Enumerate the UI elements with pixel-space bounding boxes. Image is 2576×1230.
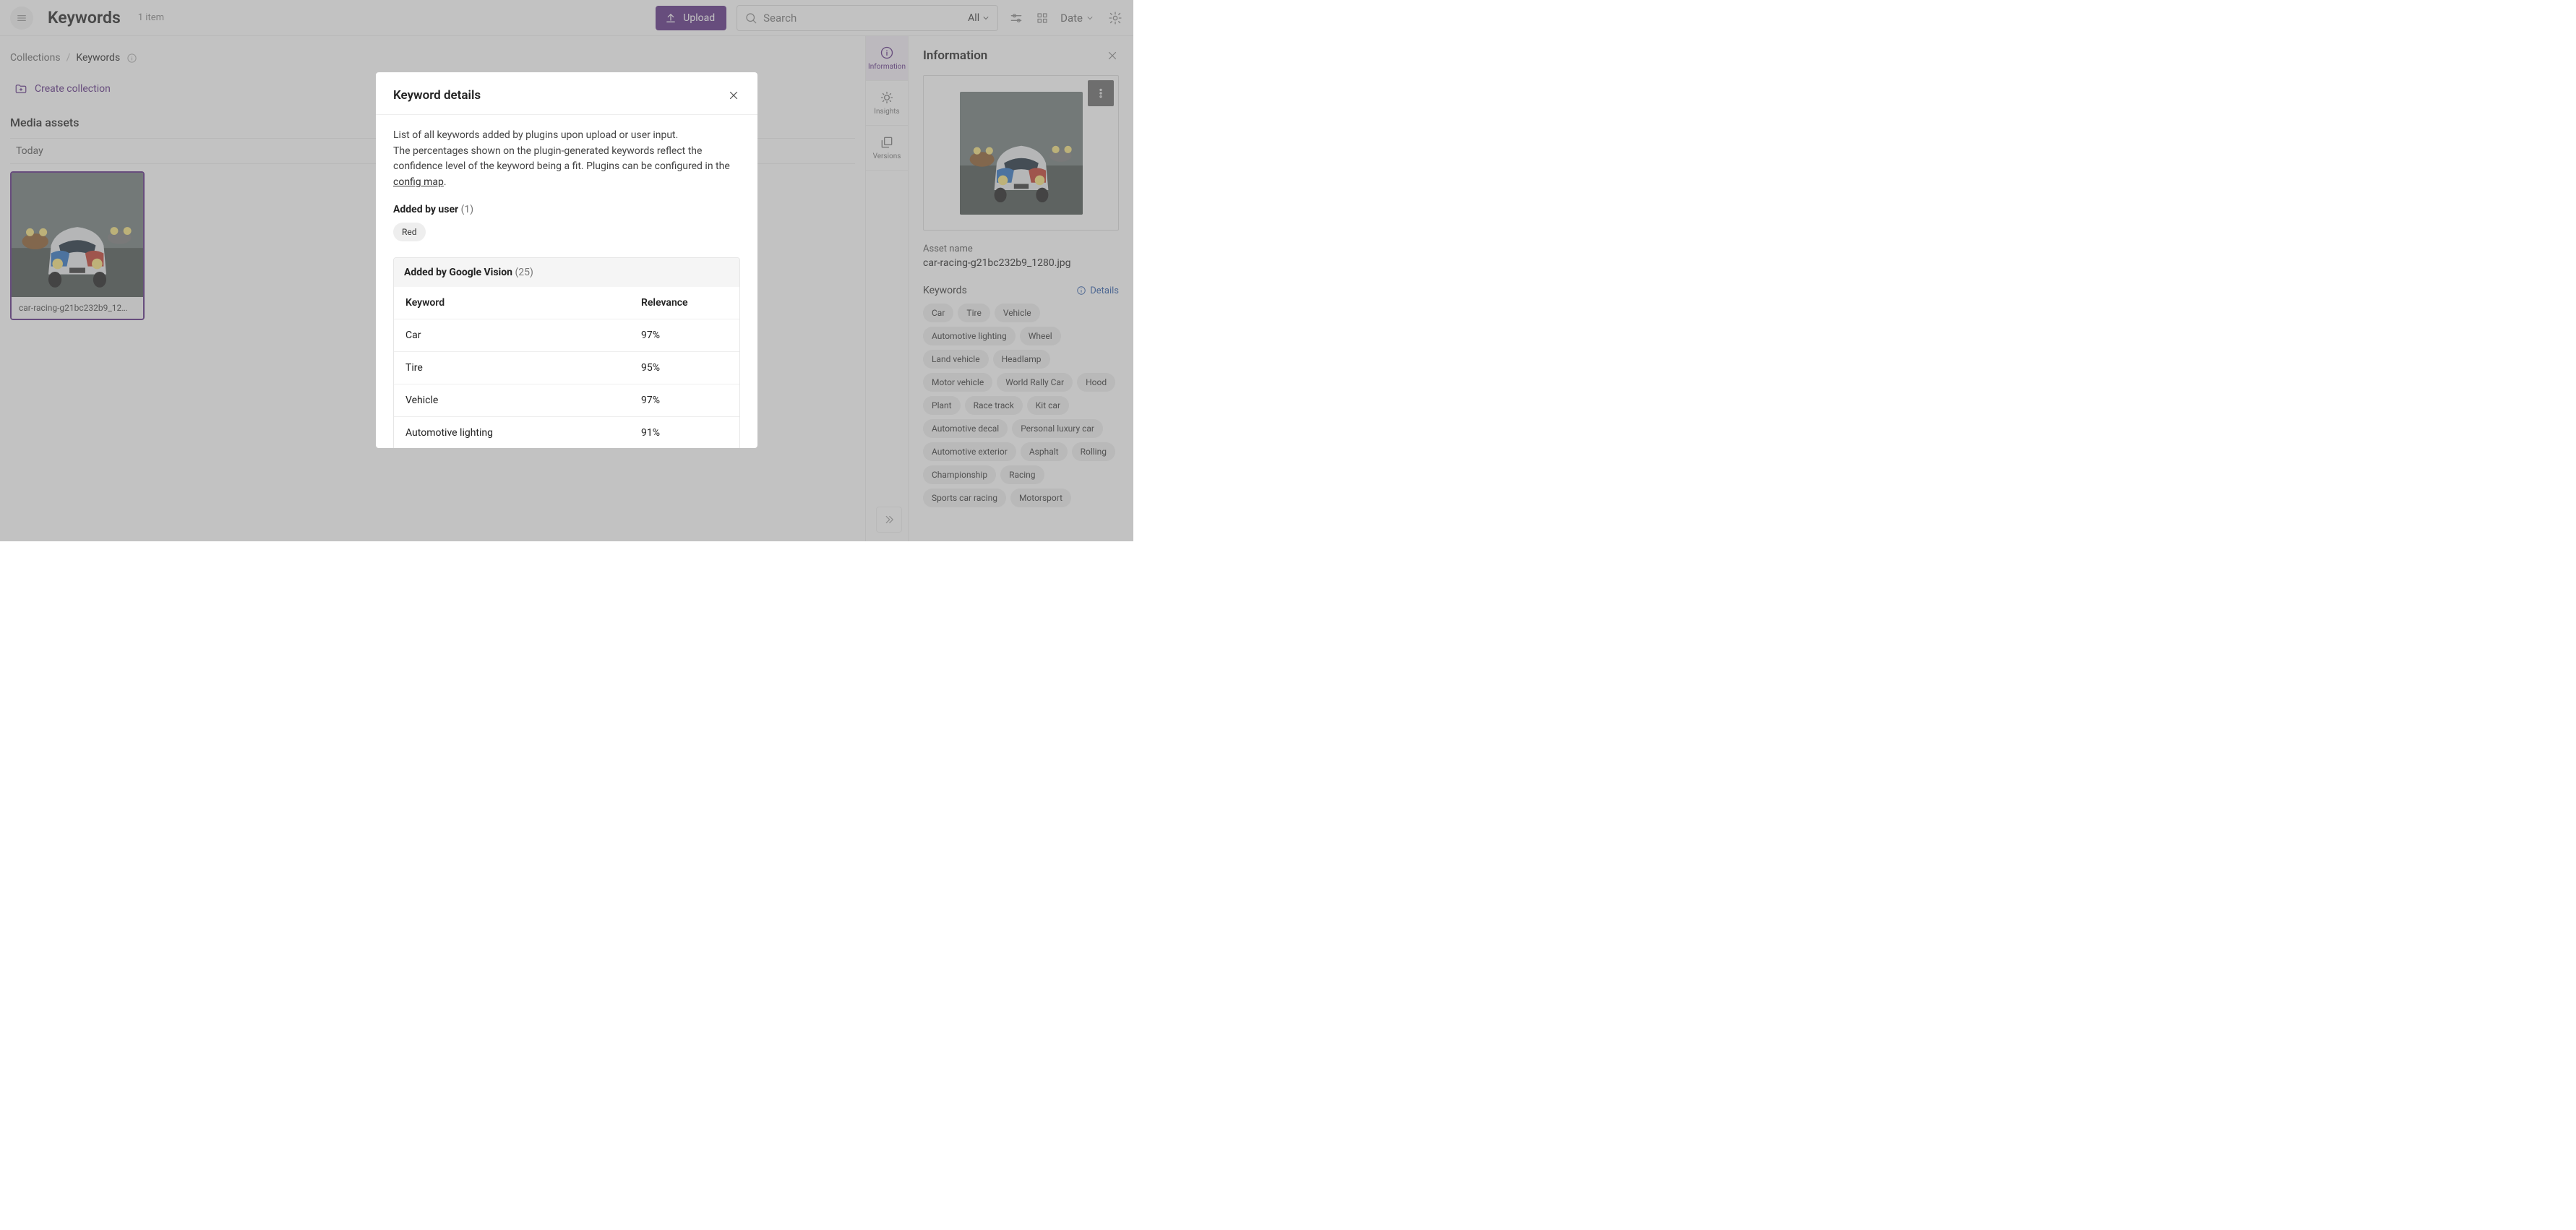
cell-keyword: Vehicle [405, 395, 641, 406]
user-keyword-chip-list: Red [393, 223, 740, 241]
table-row: Automotive lighting91% [394, 416, 739, 448]
table-row: Car97% [394, 319, 739, 351]
cell-relevance: 91% [641, 427, 728, 439]
modal-title: Keyword details [393, 88, 481, 103]
modal-intro-1: List of all keywords added by plugins up… [393, 128, 740, 144]
col-keyword: Keyword [405, 297, 641, 309]
keyword-details-modal: Keyword details List of all keywords add… [376, 72, 757, 448]
cell-relevance: 97% [641, 395, 728, 406]
table-row: Tire95% [394, 351, 739, 384]
table-row: Vehicle97% [394, 384, 739, 416]
cell-relevance: 95% [641, 362, 728, 374]
cell-relevance: 97% [641, 330, 728, 341]
cell-keyword: Tire [405, 362, 641, 374]
modal-close-button[interactable] [727, 89, 740, 102]
user-keywords-header: Added by user (1) [393, 204, 740, 215]
modal-intro-2: The percentages shown on the plugin-gene… [393, 144, 740, 191]
col-relevance: Relevance [641, 297, 728, 309]
user-keyword-chip[interactable]: Red [393, 223, 426, 241]
modal-overlay[interactable]: Keyword details List of all keywords add… [0, 0, 1133, 541]
plugin-keywords-table: Added by Google Vision (25) Keyword Rele… [393, 257, 740, 448]
config-map-link[interactable]: config map [393, 176, 444, 188]
plugin-keywords-header: Added by Google Vision (25) [394, 258, 739, 287]
cell-keyword: Automotive lighting [405, 427, 641, 439]
cell-keyword: Car [405, 330, 641, 341]
